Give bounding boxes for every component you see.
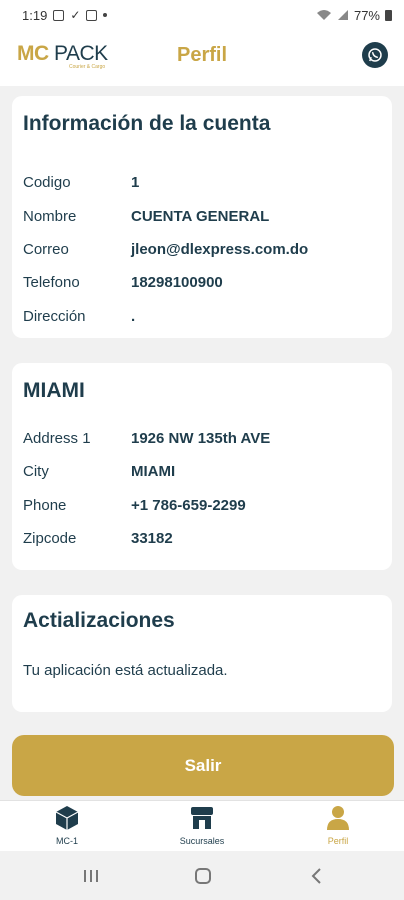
status-bar: 1:19 ✓ 77%: [0, 0, 404, 30]
nav-label-mc1: MC-1: [56, 836, 78, 846]
nav-label-sucursales: Sucursales: [179, 836, 225, 846]
account-info-card: Información de la cuenta Codigo 1 Nombre…: [12, 96, 392, 338]
recent-apps-button[interactable]: [80, 865, 102, 887]
info-row-nombre: Nombre CUENTA GENERAL: [23, 208, 269, 225]
info-value: 18298100900: [131, 274, 223, 291]
battery-percent: 77%: [353, 7, 380, 23]
info-value: 33182: [131, 530, 173, 547]
info-label: Codigo: [23, 174, 71, 191]
nav-item-sucursales[interactable]: Sucursales: [142, 801, 262, 852]
signal-icon: [337, 10, 348, 20]
info-label: Correo: [23, 241, 69, 258]
nav-item-mc1[interactable]: MC-1: [7, 801, 127, 852]
info-label: City: [23, 463, 49, 480]
more-dot-icon: [103, 13, 108, 17]
info-value: CUENTA GENERAL: [131, 208, 270, 225]
check-icon: ✓: [70, 8, 81, 22]
system-nav-bar: [0, 851, 404, 900]
account-card-title: Información de la cuenta: [23, 112, 271, 135]
profile-content: Información de la cuenta Codigo 1 Nombre…: [0, 86, 404, 800]
miami-row-zipcode: Zipcode 33182: [23, 530, 173, 547]
info-label: Zipcode: [23, 530, 77, 547]
home-icon: [195, 868, 211, 884]
info-label: Address 1: [23, 430, 91, 447]
bottom-nav: MC-1 Sucursales Perfil: [0, 800, 404, 851]
miami-card-title: MIAMI: [23, 379, 85, 402]
info-row-correo: Correo jleon@dlexpress.com.do: [23, 241, 308, 258]
info-label: Nombre: [23, 208, 77, 225]
miami-row-phone: Phone +1 786-659-2299: [23, 497, 246, 514]
updates-message: Tu aplicación está actualizada.: [23, 662, 228, 679]
info-label: Dirección: [23, 308, 86, 325]
store-icon: [188, 804, 216, 832]
updates-card: Actializaciones Tu aplicación está actua…: [12, 595, 392, 712]
notification-icon: [86, 9, 98, 21]
back-icon: [311, 868, 321, 884]
info-row-direccion: Dirección .: [23, 308, 135, 325]
info-value: jleon@dlexpress.com.do: [131, 241, 309, 258]
app-header: MC PACK Courier & Cargo Perfil: [0, 30, 404, 86]
gallery-icon: [53, 9, 65, 21]
box-icon: [53, 804, 81, 832]
whatsapp-button[interactable]: [362, 42, 388, 68]
info-value: MIAMI: [131, 463, 176, 480]
info-row-codigo: Codigo 1: [23, 174, 139, 191]
info-label: Phone: [23, 497, 67, 514]
miami-address-card: MIAMI Address 1 1926 NW 135th AVE City M…: [12, 363, 392, 570]
home-button[interactable]: [192, 865, 214, 887]
whatsapp-icon: [368, 48, 382, 62]
battery-icon: [385, 9, 392, 21]
nav-label-perfil: Perfil: [327, 836, 349, 846]
nav-item-perfil[interactable]: Perfil: [278, 801, 398, 852]
info-value: .: [131, 308, 136, 325]
info-value: +1 786-659-2299: [131, 497, 246, 514]
wifi-icon: [316, 10, 331, 20]
user-icon: [324, 804, 352, 832]
logout-button[interactable]: Salir: [12, 735, 394, 796]
back-button[interactable]: [306, 865, 328, 887]
info-row-telefono: Telefono 18298100900: [23, 274, 223, 291]
recent-apps-icon: [84, 870, 98, 882]
miami-row-address: Address 1 1926 NW 135th AVE: [23, 430, 270, 447]
status-time: 1:19: [22, 7, 48, 23]
updates-card-title: Actializaciones: [23, 609, 175, 632]
miami-row-city: City MIAMI: [23, 463, 175, 480]
info-value: 1: [131, 174, 140, 191]
info-value: 1926 NW 135th AVE: [131, 430, 271, 447]
page-title: Perfil: [176, 44, 228, 66]
info-label: Telefono: [23, 274, 80, 291]
